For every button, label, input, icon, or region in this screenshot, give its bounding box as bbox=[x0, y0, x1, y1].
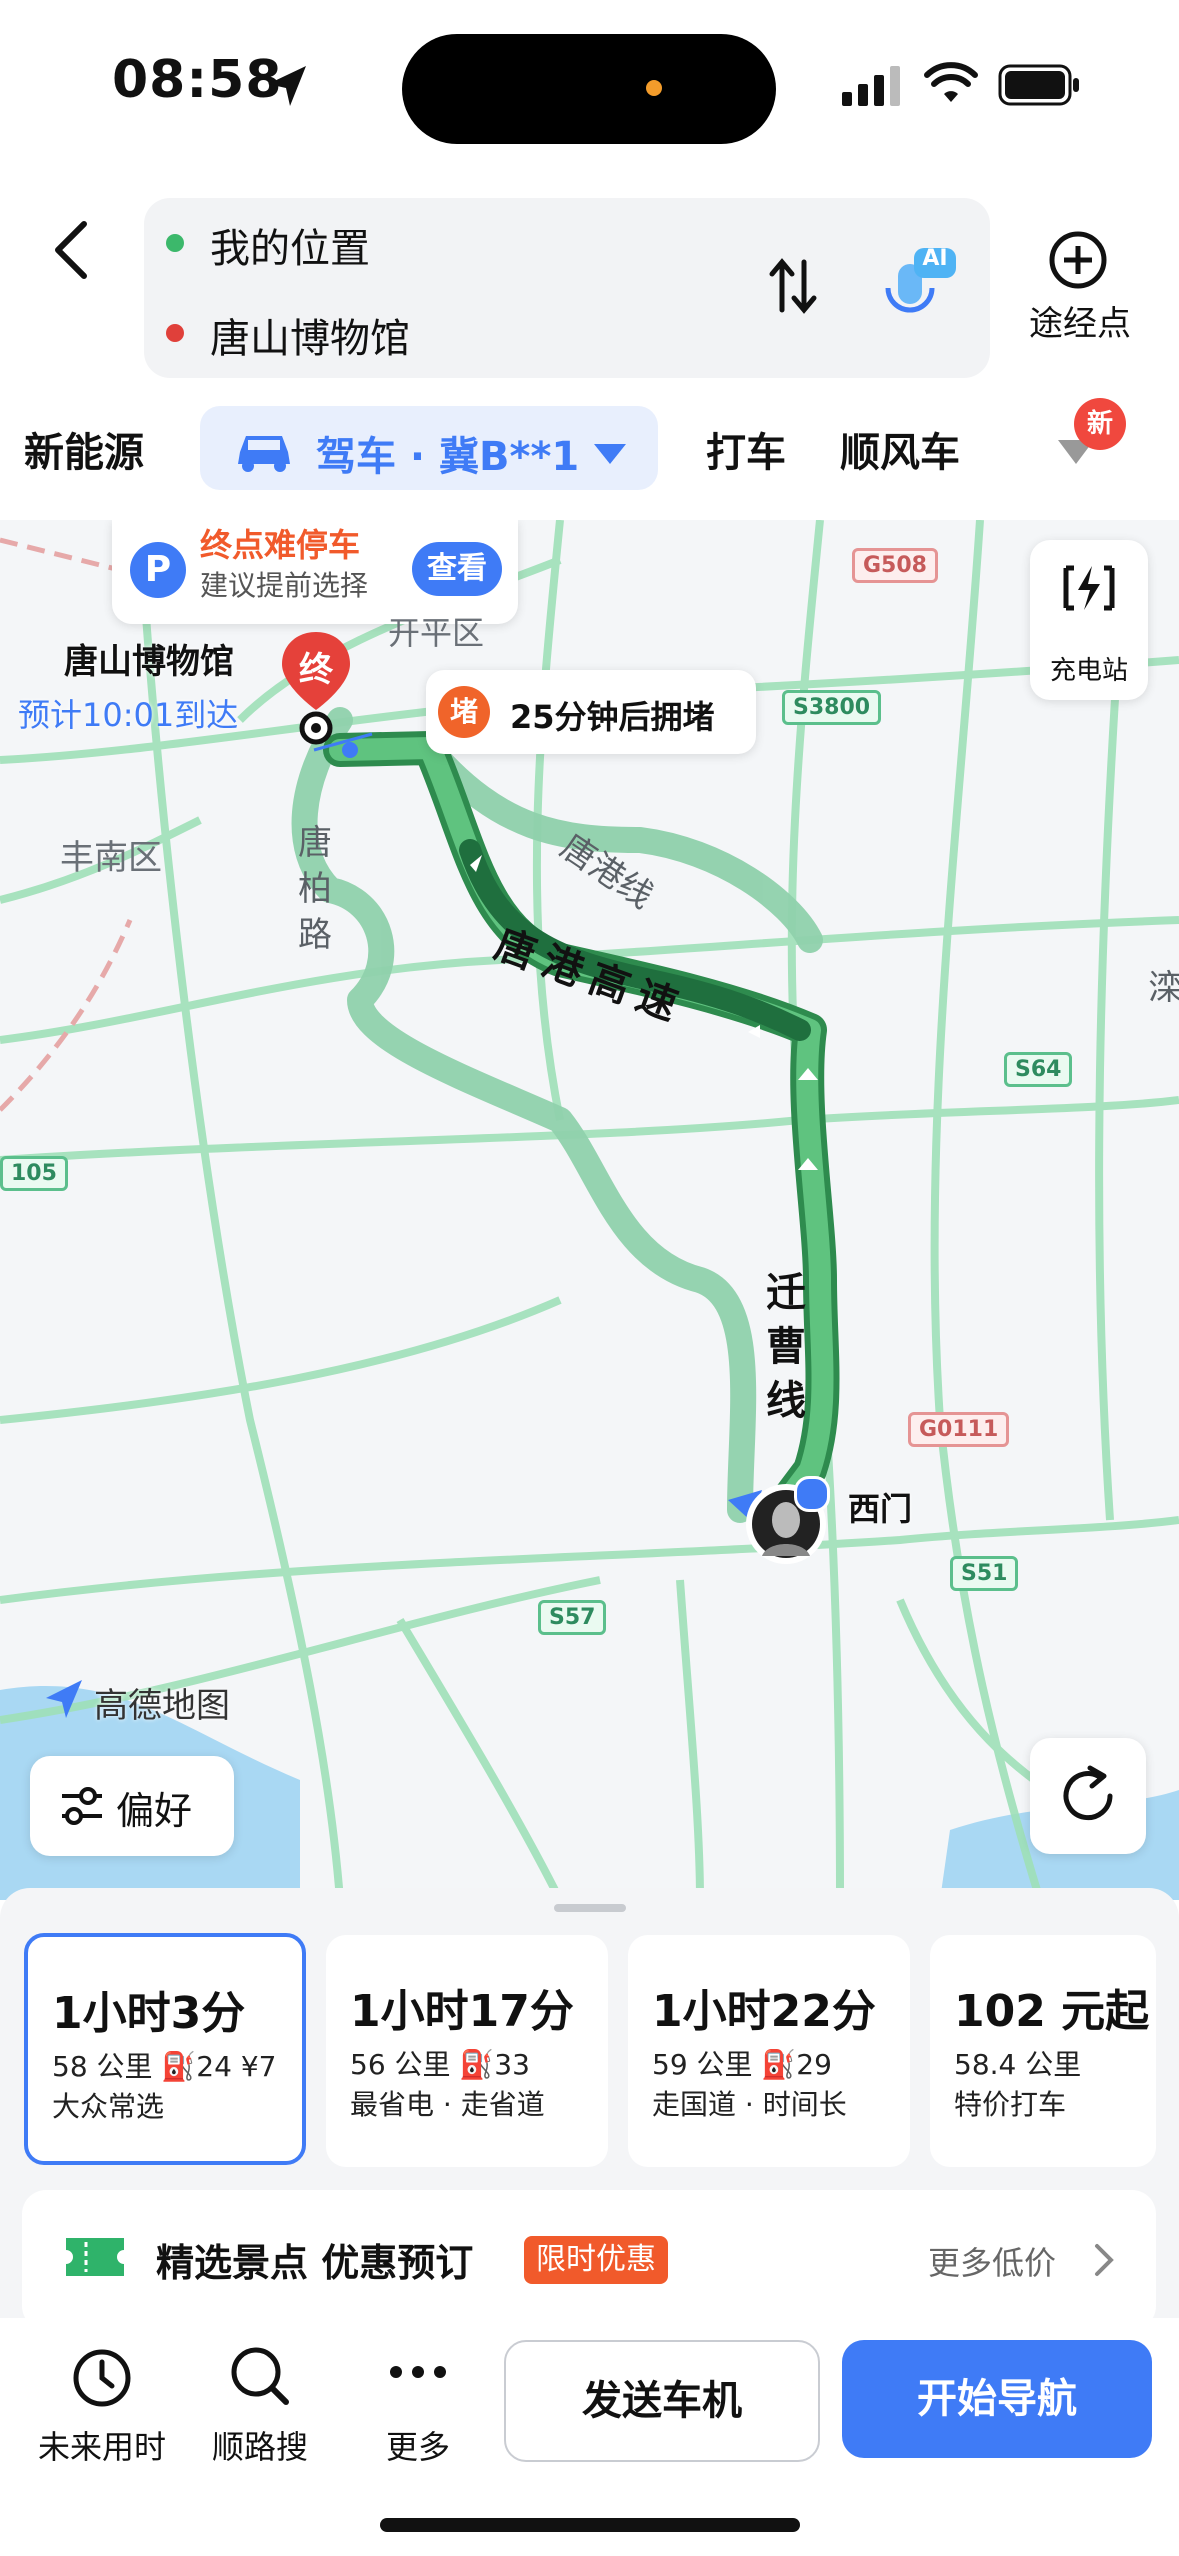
parking-title: 终点难停车 bbox=[200, 526, 361, 564]
drag-handle[interactable] bbox=[554, 1904, 626, 1912]
route-tag: 走国道 · 时间长 bbox=[652, 2088, 847, 2121]
route-option-2[interactable]: 1小时17分 56 公里 ⛽33 最省电 · 走省道 bbox=[326, 1935, 608, 2167]
chevron-down-icon[interactable] bbox=[590, 438, 630, 468]
battery-icon bbox=[998, 64, 1079, 106]
route-detail: 56 公里 ⛽33 bbox=[350, 2048, 530, 2081]
refresh-icon bbox=[1063, 1765, 1113, 1821]
road-shield-g0111: G0111 bbox=[908, 1412, 1010, 1447]
more-button[interactable]: 更多 bbox=[338, 2422, 498, 2468]
via-point-button[interactable]: 途经点 bbox=[1010, 296, 1150, 345]
location-arrow-icon bbox=[268, 66, 306, 106]
signal-icon bbox=[842, 66, 900, 106]
eta-label: 预计10:01到达 bbox=[18, 696, 239, 734]
route-option-taxi[interactable]: 102 元起 58.4 公里 特价打车 bbox=[930, 1935, 1156, 2167]
destination-field[interactable]: 唐山博物馆 bbox=[210, 306, 410, 364]
congestion-text: 25分钟后拥堵 bbox=[510, 698, 715, 736]
tab-taxi[interactable]: 打车 bbox=[706, 420, 786, 478]
tab-carpool[interactable]: 顺风车 bbox=[840, 420, 960, 478]
car-icon bbox=[238, 436, 290, 472]
road-shield-s64: S64 bbox=[1004, 1052, 1073, 1087]
promo-tag: 限时优惠 bbox=[524, 2236, 668, 2284]
edge-place-label: 滦 bbox=[1148, 968, 1179, 1008]
end-marker-label: 终 bbox=[299, 650, 333, 690]
chevron-right-icon bbox=[1095, 2244, 1114, 2276]
start-navigation-button[interactable]: 开始导航 bbox=[842, 2340, 1152, 2458]
charging-bolt-icon bbox=[1063, 565, 1115, 611]
clock-icon[interactable] bbox=[70, 2346, 134, 2410]
send-to-car-button[interactable]: 发送车机 bbox=[504, 2340, 820, 2462]
road-shield-g508: G508 bbox=[852, 548, 938, 583]
new-badge: 新 bbox=[1074, 398, 1126, 450]
parking-icon: P bbox=[130, 542, 186, 598]
recording-dot bbox=[646, 80, 662, 96]
ticket-icon bbox=[66, 2238, 124, 2276]
home-indicator[interactable] bbox=[380, 2518, 800, 2532]
status-time: 08:58 bbox=[112, 50, 283, 110]
start-point-badge bbox=[794, 1476, 830, 1512]
route-detail: 58.4 公里 bbox=[954, 2048, 1082, 2081]
promo-more-link[interactable]: 更多低价 bbox=[928, 2238, 1056, 2284]
destination-name-label: 唐山博物馆 bbox=[64, 642, 234, 682]
search-icon[interactable] bbox=[228, 2344, 292, 2410]
back-button[interactable] bbox=[40, 210, 100, 290]
route-time: 102 元起 bbox=[954, 1986, 1150, 2037]
dynamic-island bbox=[402, 34, 776, 144]
route-detail: 59 公里 ⛽29 bbox=[652, 2048, 832, 2081]
road-shield-s57: S57 bbox=[538, 1600, 607, 1635]
origin-dot bbox=[166, 234, 184, 252]
sliders-icon bbox=[62, 1787, 102, 1825]
route-time: 1小时17分 bbox=[350, 1986, 574, 2037]
route-detail: 58 公里 ⛽24 ¥7 bbox=[52, 2050, 277, 2083]
add-via-icon[interactable] bbox=[1048, 230, 1108, 290]
district-kaiping: 开平区 bbox=[388, 614, 485, 652]
destination-dot bbox=[166, 324, 184, 342]
amap-logo-icon bbox=[46, 1680, 82, 1718]
road-label-tangbai: 唐柏路 bbox=[298, 823, 332, 955]
charging-station-label: 充电站 bbox=[1049, 656, 1128, 686]
road-shield-s3800: S3800 bbox=[782, 690, 882, 725]
district-fengnan: 丰南区 bbox=[60, 838, 162, 878]
route-time: 1小时22分 bbox=[652, 1986, 876, 2037]
amap-logo-text: 高德地图 bbox=[94, 1686, 230, 1726]
tab-drive-label: 驾车 · 冀B**1 bbox=[316, 434, 580, 480]
tab-new-energy[interactable]: 新能源 bbox=[24, 420, 144, 478]
more-dots-icon[interactable] bbox=[386, 2360, 450, 2384]
map-view[interactable]: G508 S3800 S64 G0111 S51 S57 105 P 终点难停车… bbox=[0, 520, 1179, 1900]
origin-field[interactable]: 我的位置 bbox=[210, 216, 370, 274]
route-tag: 特价打车 bbox=[954, 2088, 1067, 2121]
route-option-1[interactable]: 1小时3分 58 公里 ⛽24 ¥7 大众常选 bbox=[24, 1933, 306, 2165]
road-shield-s51: S51 bbox=[950, 1556, 1019, 1591]
ai-badge: AI bbox=[922, 246, 948, 271]
future-time-button[interactable]: 未来用时 bbox=[22, 2422, 182, 2468]
road-shield-105: 105 bbox=[0, 1156, 68, 1191]
parking-subtitle: 建议提前选择 bbox=[200, 569, 369, 602]
along-route-search-button[interactable]: 顺路搜 bbox=[180, 2422, 340, 2468]
route-tag: 最省电 · 走省道 bbox=[350, 2088, 545, 2121]
route-tag: 大众常选 bbox=[52, 2090, 165, 2123]
congestion-badge: 堵 bbox=[438, 686, 490, 738]
swap-icon[interactable] bbox=[768, 256, 818, 316]
route-option-3[interactable]: 1小时22分 59 公里 ⛽29 走国道 · 时间长 bbox=[628, 1935, 910, 2167]
parking-view-button[interactable]: 查看 bbox=[412, 542, 502, 596]
route-time: 1小时3分 bbox=[52, 1988, 246, 2039]
preference-label: 偏好 bbox=[116, 1789, 193, 1833]
wifi-icon bbox=[924, 62, 978, 102]
west-gate-label: 西门 bbox=[848, 1490, 913, 1528]
road-label-qiancao: 迁曹线 bbox=[766, 1270, 806, 1424]
promo-title: 精选景点 优惠预订 bbox=[156, 2241, 474, 2285]
